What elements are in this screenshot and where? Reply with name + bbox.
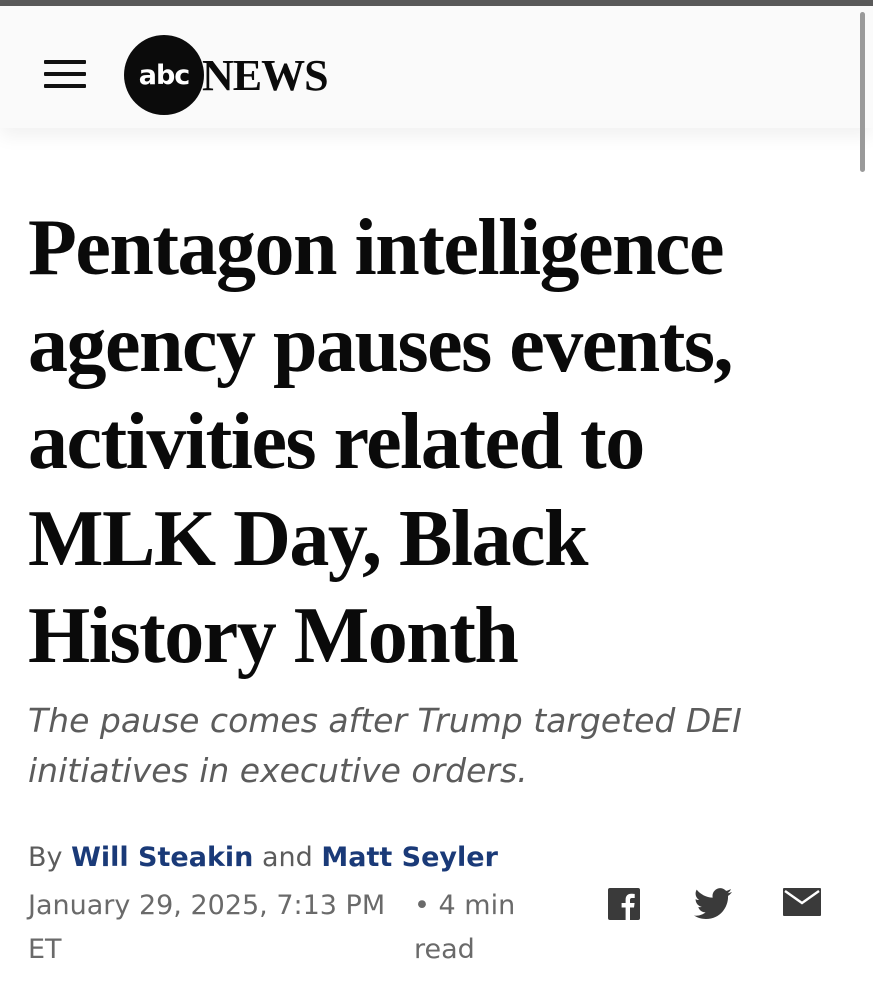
read-time: • 4 min read <box>414 890 516 965</box>
email-share-button[interactable] <box>783 888 821 916</box>
article-subheadline: The pause comes after Trump targeted DEI… <box>28 701 742 790</box>
byline: By Will Steakin and Matt Seyler <box>28 842 498 873</box>
abc-news-logo[interactable]: abc NEWS <box>124 35 329 115</box>
facebook-share-button[interactable] <box>608 888 640 920</box>
facebook-icon <box>608 888 640 920</box>
byline-prefix: By <box>28 842 63 873</box>
article-headline: Pentagon intelligence agency pauses even… <box>28 204 734 680</box>
author-link-will-steakin[interactable]: Will Steakin <box>71 842 253 873</box>
author-link-matt-seyler[interactable]: Matt Seyler <box>321 842 498 873</box>
email-icon <box>783 888 821 916</box>
publish-date: January 29, 2025, 7:13 PM ET <box>28 890 386 965</box>
twitter-icon <box>694 888 732 920</box>
byline-conjunction: and <box>261 842 313 873</box>
hamburger-menu-icon[interactable] <box>42 56 88 92</box>
news-logo-text: NEWS <box>202 50 329 100</box>
abc-logo-mark: abc <box>124 35 204 115</box>
twitter-share-button[interactable] <box>694 888 732 920</box>
site-header: abc NEWS <box>0 6 873 128</box>
scrollbar[interactable] <box>860 12 865 172</box>
